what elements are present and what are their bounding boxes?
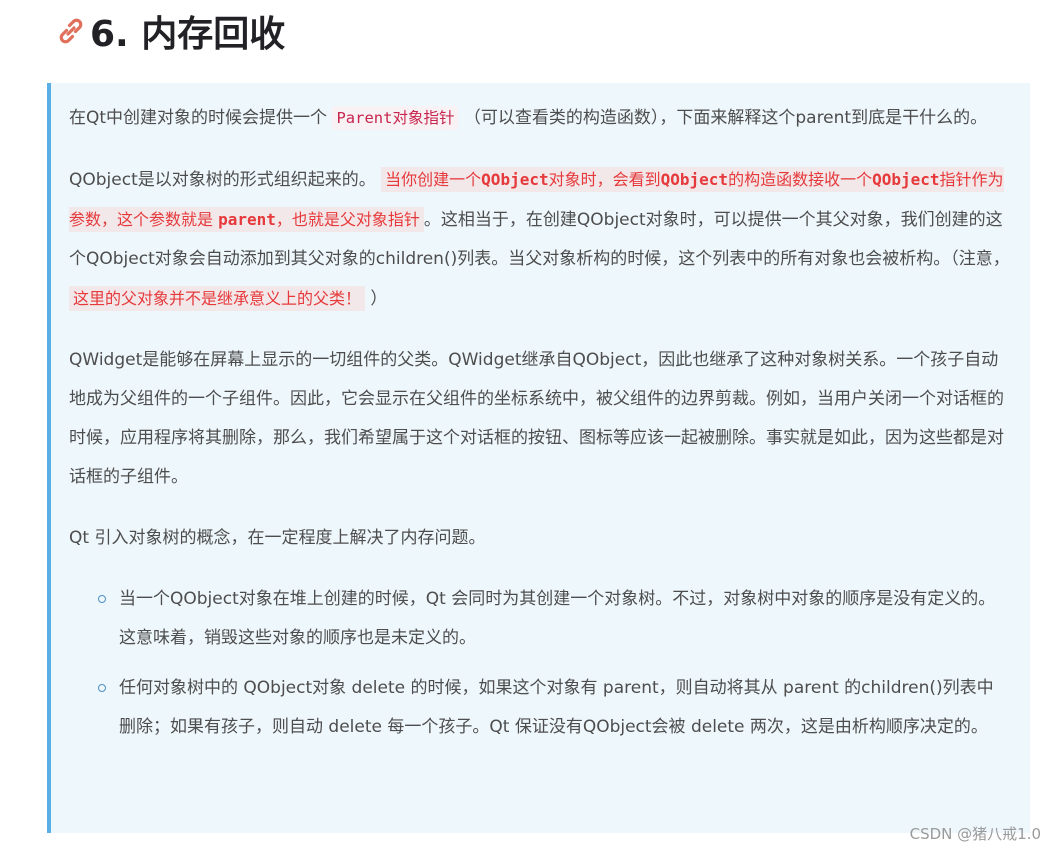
paragraph-memory-issue: Qt 引入对象树的概念，在一定程度上解决了内存问题。: [69, 528, 486, 548]
section-heading: 6. 内存回收: [54, 6, 285, 56]
list-item: 任何对象树中的 QObject对象 delete 的时候，如果这个对象有 par…: [98, 669, 1010, 747]
paragraph-parent-intro: 在Qt中创建对象的时候会提供一个 Parent对象指针 （可以查看类的构造函数）…: [69, 106, 988, 130]
csdn-watermark: CSDN @猪八戒1.0: [909, 825, 1041, 843]
paragraph-qwidget: QWidget是能够在屏幕上显示的一切组件的父类。QWidget继承自QObje…: [69, 350, 1004, 487]
blockquote: 在Qt中创建对象的时候会提供一个 Parent对象指针 （可以查看类的构造函数）…: [47, 83, 1030, 833]
list-item: 当一个QObject对象在堆上创建的时候，Qt 会同时为其创建一个对象树。不过，…: [98, 580, 1010, 658]
link-icon[interactable]: [54, 14, 88, 48]
paragraph-object-tree: QObject是以对象树的形式组织起来的。 当你创建一个QObject对象时，会…: [69, 160, 1010, 319]
inline-code-parent-pointer: Parent对象指针: [332, 106, 459, 130]
bullet-list: 当一个QObject对象在堆上创建的时候，Qt 会同时为其创建一个对象树。不过，…: [69, 580, 1010, 747]
circle-bullet-icon: [98, 684, 106, 692]
circle-bullet-icon: [98, 595, 106, 603]
highlight-not-inheritance-note: 这里的父对象并不是继承意义上的父类！: [69, 286, 366, 311]
heading-text: 6. 内存回收: [90, 14, 286, 55]
